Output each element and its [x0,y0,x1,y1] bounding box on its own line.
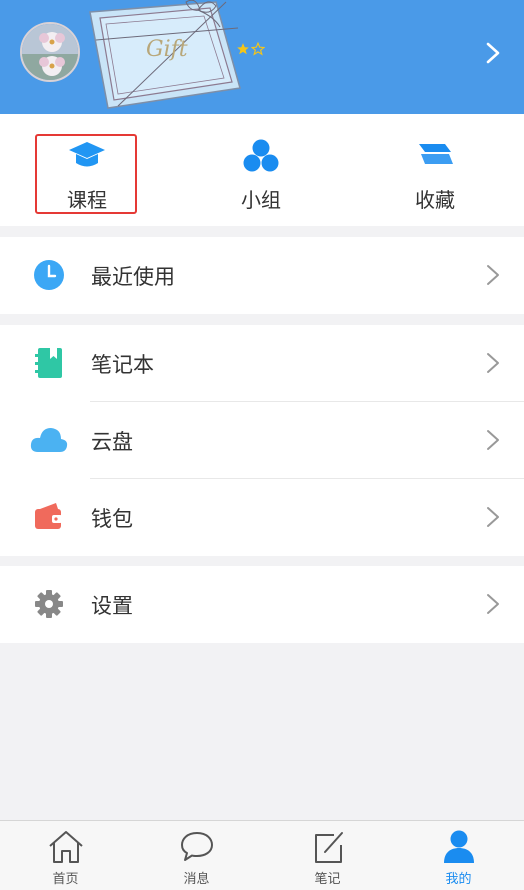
tab-me[interactable]: 我的 [393,821,524,890]
quick-item-groups[interactable]: 小组 [174,114,348,226]
wallet-icon [35,503,62,529]
chevron-right-icon [487,353,499,373]
tab-label: 笔记 [314,872,341,887]
quick-item-label: 课程 [67,188,107,212]
menu-item-notebook[interactable]: 笔记本 [0,325,524,402]
quick-actions: 课程 小组 收藏 [0,114,524,226]
quick-item-label: 收藏 [415,188,455,212]
chevron-right-icon [487,430,499,450]
quick-item-label: 小组 [241,188,281,212]
bottom-tab-bar: 首页 消息 笔记 我的 [0,820,524,890]
menu-item-cloud[interactable]: 云盘 [0,402,524,479]
quick-item-courses[interactable]: 课程 [0,114,174,226]
group-circles-icon [243,139,279,172]
menu-item-label: 云盘 [91,430,133,454]
menu-group-tools: 笔记本 云盘 钱包 [0,325,524,556]
chat-bubble-icon [180,832,213,861]
tab-notes[interactable]: 笔记 [262,821,393,890]
person-icon [443,830,474,863]
gear-icon [35,590,63,618]
tab-label: 消息 [183,872,210,887]
graduation-cap-icon [69,142,105,167]
chevron-right-icon [487,265,499,285]
tab-label: 我的 [445,872,472,887]
star-filled-icon [237,43,249,55]
avatar[interactable] [20,22,80,82]
cloud-icon [30,428,68,452]
profile-header[interactable]: Gift [0,0,524,114]
chevron-right-icon [487,507,499,527]
menu-item-wallet[interactable]: 钱包 [0,479,524,556]
menu-item-label: 钱包 [91,507,133,531]
menu-item-settings[interactable]: 设置 [0,566,524,643]
avatar-image [22,24,78,80]
clock-icon [34,260,64,290]
menu-item-label: 最近使用 [91,265,175,289]
edit-note-icon [314,832,343,863]
chevron-right-icon[interactable] [484,40,502,66]
menu-item-recent[interactable]: 最近使用 [0,237,524,314]
quick-item-favorites[interactable]: 收藏 [348,114,522,226]
menu-item-label: 设置 [91,594,133,618]
gift-box-decoration: Gift [89,0,241,109]
home-icon [48,831,83,863]
menu-item-label: 笔记本 [91,353,154,377]
menu-group-recent: 最近使用 [0,237,524,314]
tab-home[interactable]: 首页 [0,821,131,890]
star-outline-icon [251,42,265,56]
star-rating [236,42,265,56]
notebook-icon [35,348,62,378]
chevron-right-icon [487,594,499,614]
menu-group-settings: 设置 [0,566,524,643]
tab-messages[interactable]: 消息 [131,821,262,890]
tab-label: 首页 [52,872,79,887]
stacked-layers-icon [419,144,453,164]
gift-text: Gift [146,37,188,62]
